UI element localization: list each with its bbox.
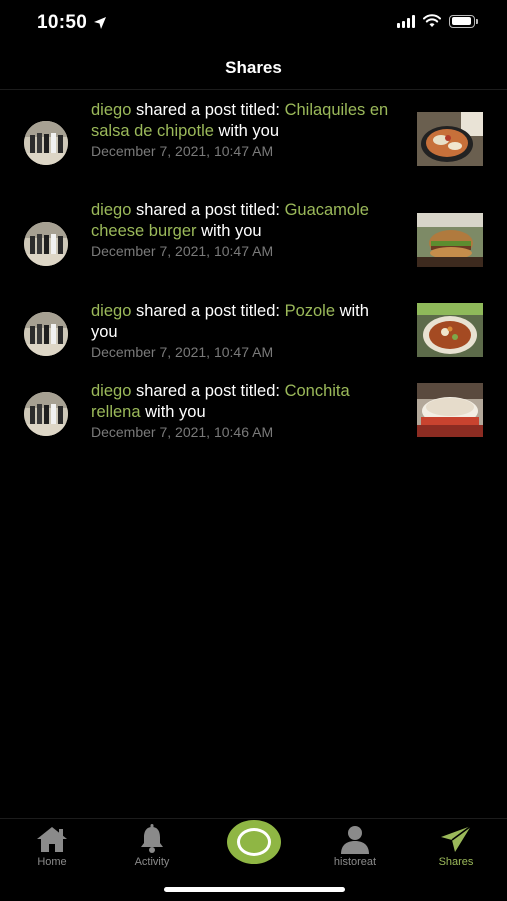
share-text: diego shared a post titled: Pozole with … — [91, 301, 396, 362]
share-date: December 7, 2021, 10:47 AM — [91, 344, 274, 360]
share-suffix: with you — [140, 403, 206, 421]
tab-profile[interactable]: historeat — [315, 823, 395, 868]
share-action: shared a post titled: — [131, 382, 285, 400]
share-item[interactable]: diego shared a post titled: Guacamole ch… — [0, 192, 507, 282]
avatar[interactable] — [24, 392, 68, 436]
share-text: diego shared a post titled: Chilaquiles … — [91, 100, 401, 161]
status-time: 10:50 — [37, 12, 107, 34]
tab-shares-label: Shares — [438, 856, 474, 868]
share-user[interactable]: diego — [91, 382, 131, 400]
page-title: Shares — [225, 58, 282, 77]
location-arrow-icon — [94, 17, 107, 29]
cellular-signal-icon — [397, 14, 415, 28]
center-camera-button[interactable] — [226, 819, 282, 865]
post-thumbnail[interactable] — [417, 112, 483, 166]
tab-shares[interactable]: Shares — [416, 823, 496, 868]
status-bar: 10:50 — [0, 0, 507, 48]
share-action: shared a post titled: — [131, 101, 285, 119]
paper-plane-icon — [441, 825, 472, 852]
tab-home[interactable]: Home — [12, 823, 92, 868]
share-action: shared a post titled: — [131, 201, 285, 219]
share-text: diego shared a post titled: Guacamole ch… — [91, 200, 401, 261]
share-suffix: with you — [196, 222, 262, 240]
tab-home-label: Home — [37, 856, 67, 868]
person-icon — [341, 826, 369, 854]
post-thumbnail[interactable] — [417, 383, 483, 437]
avatar[interactable] — [24, 121, 68, 165]
tab-activity-label: Activity — [134, 856, 170, 868]
post-thumbnail[interactable] — [417, 303, 483, 357]
clock-time: 10:50 — [37, 12, 88, 33]
home-indicator — [164, 887, 345, 892]
share-item[interactable]: diego shared a post titled: Conchita rel… — [0, 373, 507, 453]
share-date: December 7, 2021, 10:47 AM — [91, 243, 274, 259]
share-user[interactable]: diego — [91, 302, 131, 320]
avatar[interactable] — [24, 312, 68, 356]
share-user[interactable]: diego — [91, 201, 131, 219]
share-post-title[interactable]: Pozole — [285, 302, 335, 320]
post-thumbnail[interactable] — [417, 213, 483, 267]
nav-header: Shares — [0, 48, 507, 90]
status-indicators — [397, 14, 478, 28]
wifi-icon — [423, 14, 441, 27]
share-user[interactable]: diego — [91, 101, 131, 119]
share-action: shared a post titled: — [131, 302, 285, 320]
circle-icon — [237, 828, 271, 856]
share-text: diego shared a post titled: Conchita rel… — [91, 381, 401, 442]
battery-icon — [449, 14, 478, 28]
home-icon — [37, 827, 67, 852]
avatar[interactable] — [24, 222, 68, 266]
share-suffix: with you — [213, 122, 280, 140]
share-item[interactable]: diego shared a post titled: Pozole with … — [0, 293, 507, 373]
tab-activity[interactable]: Activity — [112, 823, 192, 868]
bell-icon — [141, 824, 163, 853]
share-item[interactable]: diego shared a post titled: Chilaquiles … — [0, 92, 507, 182]
share-date: December 7, 2021, 10:46 AM — [91, 424, 274, 440]
tab-profile-label: historeat — [333, 856, 377, 868]
share-date: December 7, 2021, 10:47 AM — [91, 143, 274, 159]
